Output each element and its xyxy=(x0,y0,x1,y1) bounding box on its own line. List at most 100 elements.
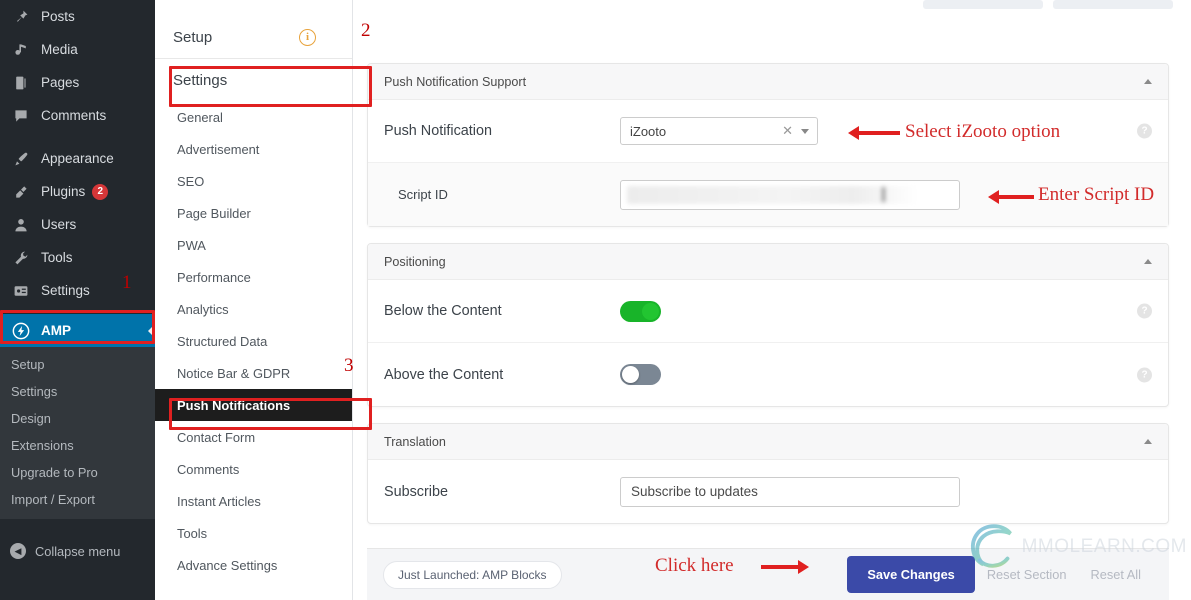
sidebar-item-posts[interactable]: Posts xyxy=(0,0,155,33)
chevron-down-icon[interactable] xyxy=(801,128,809,134)
plugin-nav-item-seo[interactable]: SEO xyxy=(155,165,352,197)
translation-card-title: Translation xyxy=(384,434,446,449)
below-the-content-row: Below the Content ? xyxy=(368,280,1168,343)
push-notification-support-card: Push Notification Support Push Notificat… xyxy=(367,63,1169,227)
collapse-menu-button[interactable]: ◀ Collapse menu xyxy=(0,535,155,567)
sidebar-item-plugins[interactable]: Plugins 2 xyxy=(0,175,155,208)
plugin-nav-item-instant-articles[interactable]: Instant Articles xyxy=(155,485,352,517)
script-id-row: Script ID xyxy=(368,163,1168,226)
translation-card-header[interactable]: Translation xyxy=(368,424,1168,460)
sliders-icon xyxy=(10,281,32,301)
script-id-redacted-value xyxy=(627,185,917,204)
plug-icon xyxy=(10,182,32,202)
sidebar-item-label: Pages xyxy=(41,75,80,90)
plugin-nav-item-contact-form[interactable]: Contact Form xyxy=(155,421,352,453)
plugin-nav-settings-header[interactable]: Settings xyxy=(155,59,352,101)
settings-action-bar: Just Launched: AMP Blocks Save Changes R… xyxy=(367,548,1169,600)
subscribe-input-value: Subscribe to updates xyxy=(631,484,758,499)
sidebar-item-label: Posts xyxy=(41,9,75,24)
question-mark-icon[interactable]: ? xyxy=(1137,303,1152,319)
wp-admin-sidebar: Posts Media Pages Comments Appearance Pl… xyxy=(0,0,155,600)
above-the-content-toggle[interactable] xyxy=(620,364,661,385)
plugin-nav-settings-label: Settings xyxy=(173,71,228,89)
plugin-nav-item-analytics[interactable]: Analytics xyxy=(155,293,352,325)
amp-blocks-badge[interactable]: Just Launched: AMP Blocks xyxy=(383,560,562,589)
plugin-nav-item-structured-data[interactable]: Structured Data xyxy=(155,325,352,357)
subscribe-row: Subscribe Subscribe to updates xyxy=(368,460,1168,523)
pin-icon xyxy=(10,7,32,27)
plugin-nav-item-advertisement[interactable]: Advertisement xyxy=(155,133,352,165)
amp-submenu-design[interactable]: Design xyxy=(0,405,155,432)
plugin-nav-item-notice-bar-gdpr[interactable]: Notice Bar & GDPR xyxy=(155,357,352,389)
amp-bolt-icon xyxy=(10,321,32,341)
media-icon xyxy=(10,40,32,60)
save-changes-button[interactable]: Save Changes xyxy=(847,556,975,593)
plugin-nav-setup[interactable]: Setup i xyxy=(155,17,352,59)
comment-icon xyxy=(10,106,32,126)
positioning-card: Positioning Below the Content ? Above th… xyxy=(367,243,1169,407)
plugin-nav-item-advance-settings[interactable]: Advance Settings xyxy=(155,549,352,581)
plugin-nav-item-tools[interactable]: Tools xyxy=(155,517,352,549)
subscribe-label: Subscribe xyxy=(384,483,448,500)
plugin-nav-item-performance[interactable]: Performance xyxy=(155,261,352,293)
push-notification-row: Push Notification iZooto ✕ ? xyxy=(368,100,1168,163)
push-card-title: Push Notification Support xyxy=(384,74,527,89)
plugin-nav-item-pwa[interactable]: PWA xyxy=(155,229,352,261)
script-id-label: Script ID xyxy=(398,187,448,202)
plugin-nav-item-comments[interactable]: Comments xyxy=(155,453,352,485)
chevron-up-icon[interactable] xyxy=(1144,259,1152,264)
push-card-header[interactable]: Push Notification Support xyxy=(368,64,1168,100)
reset-section-button[interactable]: Reset Section xyxy=(975,557,1079,592)
sidebar-item-label: Tools xyxy=(41,250,73,265)
chevron-up-icon[interactable] xyxy=(1144,439,1152,444)
translation-card: Translation Subscribe Subscribe to updat… xyxy=(367,423,1169,524)
amp-submenu-settings[interactable]: Settings xyxy=(0,378,155,405)
script-id-input[interactable] xyxy=(620,179,960,210)
sidebar-item-label: Comments xyxy=(41,108,107,123)
above-the-content-label: Above the Content xyxy=(384,366,504,383)
sidebar-divider-1 xyxy=(0,132,155,142)
question-mark-icon[interactable]: ? xyxy=(1137,123,1152,139)
above-the-content-row: Above the Content ? xyxy=(368,343,1168,406)
sidebar-item-settings[interactable]: Settings xyxy=(0,274,155,307)
sidebar-item-label: Users xyxy=(41,217,77,232)
chevron-up-icon[interactable] xyxy=(1144,79,1152,84)
amp-submenu-extensions[interactable]: Extensions xyxy=(0,432,155,459)
sidebar-item-label: Media xyxy=(41,42,78,57)
sidebar-item-users[interactable]: Users xyxy=(0,208,155,241)
amp-submenu-import-export[interactable]: Import / Export xyxy=(0,486,155,513)
clear-x-icon[interactable]: ✕ xyxy=(782,123,793,139)
sidebar-item-pages[interactable]: Pages xyxy=(0,66,155,99)
question-mark-icon[interactable]: ? xyxy=(1137,367,1152,382)
positioning-card-title: Positioning xyxy=(384,254,446,269)
amp-settings-screen: Posts Media Pages Comments Appearance Pl… xyxy=(0,0,1191,600)
collapse-arrow-icon: ◀ xyxy=(10,543,26,559)
positioning-card-header[interactable]: Positioning xyxy=(368,244,1168,280)
plugin-nav-item-page-builder[interactable]: Page Builder xyxy=(155,197,352,229)
plugin-nav-item-push-notifications[interactable]: Push Notifications xyxy=(155,389,352,421)
push-notification-selected-value: iZooto xyxy=(630,123,667,139)
amp-submenu-setup[interactable]: Setup xyxy=(0,351,155,378)
sidebar-item-label: Settings xyxy=(41,283,90,298)
amp-submenu: Setup Settings Design Extensions Upgrade… xyxy=(0,347,155,519)
push-notification-label: Push Notification xyxy=(384,123,492,139)
amp-submenu-upgrade-to-pro[interactable]: Upgrade to Pro xyxy=(0,459,155,486)
plugin-nav-setup-label: Setup xyxy=(173,29,213,46)
sidebar-item-label: AMP xyxy=(41,323,71,338)
user-icon xyxy=(10,215,32,235)
wrench-icon xyxy=(10,248,32,268)
sidebar-item-amp[interactable]: AMP xyxy=(0,314,155,347)
below-the-content-toggle[interactable] xyxy=(620,300,661,322)
sidebar-item-appearance[interactable]: Appearance xyxy=(0,142,155,175)
sidebar-item-tools[interactable]: Tools xyxy=(0,241,155,274)
subscribe-input[interactable]: Subscribe to updates xyxy=(620,476,960,507)
reset-all-button[interactable]: Reset All xyxy=(1078,557,1153,592)
plugin-nav-item-general[interactable]: General xyxy=(155,101,352,133)
plugins-update-badge: 2 xyxy=(92,183,109,200)
sidebar-item-label: Plugins xyxy=(41,184,86,199)
info-circle-icon[interactable]: i xyxy=(299,29,316,46)
sidebar-item-comments[interactable]: Comments xyxy=(0,99,155,132)
sidebar-item-media[interactable]: Media xyxy=(0,33,155,66)
push-notification-select[interactable]: iZooto ✕ xyxy=(620,117,818,145)
plugin-settings-nav: Setup i Settings General Advertisement S… xyxy=(155,0,353,600)
